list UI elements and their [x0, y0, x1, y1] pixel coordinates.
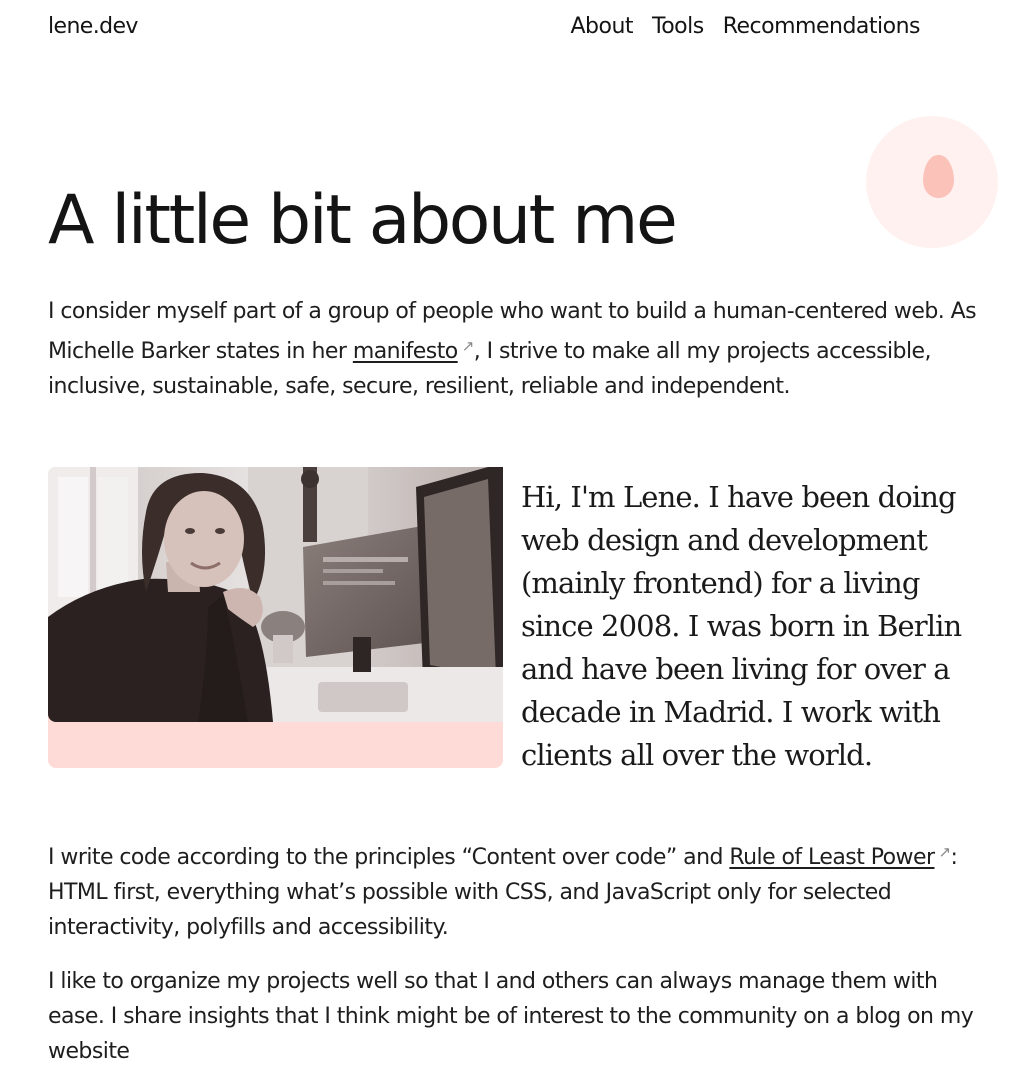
intro-paragraph: I consider myself part of a group of peo… [48, 294, 988, 404]
logo-link[interactable]: lene.dev [48, 14, 138, 39]
manifesto-link[interactable]: manifesto [353, 339, 458, 364]
portrait-photo [48, 467, 503, 722]
page-title: A little bit about me [48, 181, 678, 260]
principles-paragraph: I write code according to the principles… [48, 835, 988, 945]
external-link-icon: ↗ [461, 337, 475, 355]
nav-about[interactable]: About [570, 14, 633, 39]
main-nav: About Tools Recommendations [570, 14, 920, 39]
drop-icon [923, 155, 954, 198]
nav-tools[interactable]: Tools [652, 14, 704, 39]
portrait-frame [48, 467, 503, 768]
bio-text: Hi, I'm Lene. I have been doing web desi… [521, 480, 962, 772]
principles-text-start: I write code according to the principles… [48, 845, 730, 870]
organize-paragraph: I like to organize my projects well so t… [48, 969, 974, 1064]
external-link-icon: ↗ [938, 843, 951, 861]
site-header: lene.dev About Tools Recommendations [48, 10, 928, 48]
nav-recommendations[interactable]: Recommendations [723, 14, 921, 39]
rule-of-least-power-link[interactable]: Rule of Least Power [729, 845, 935, 870]
